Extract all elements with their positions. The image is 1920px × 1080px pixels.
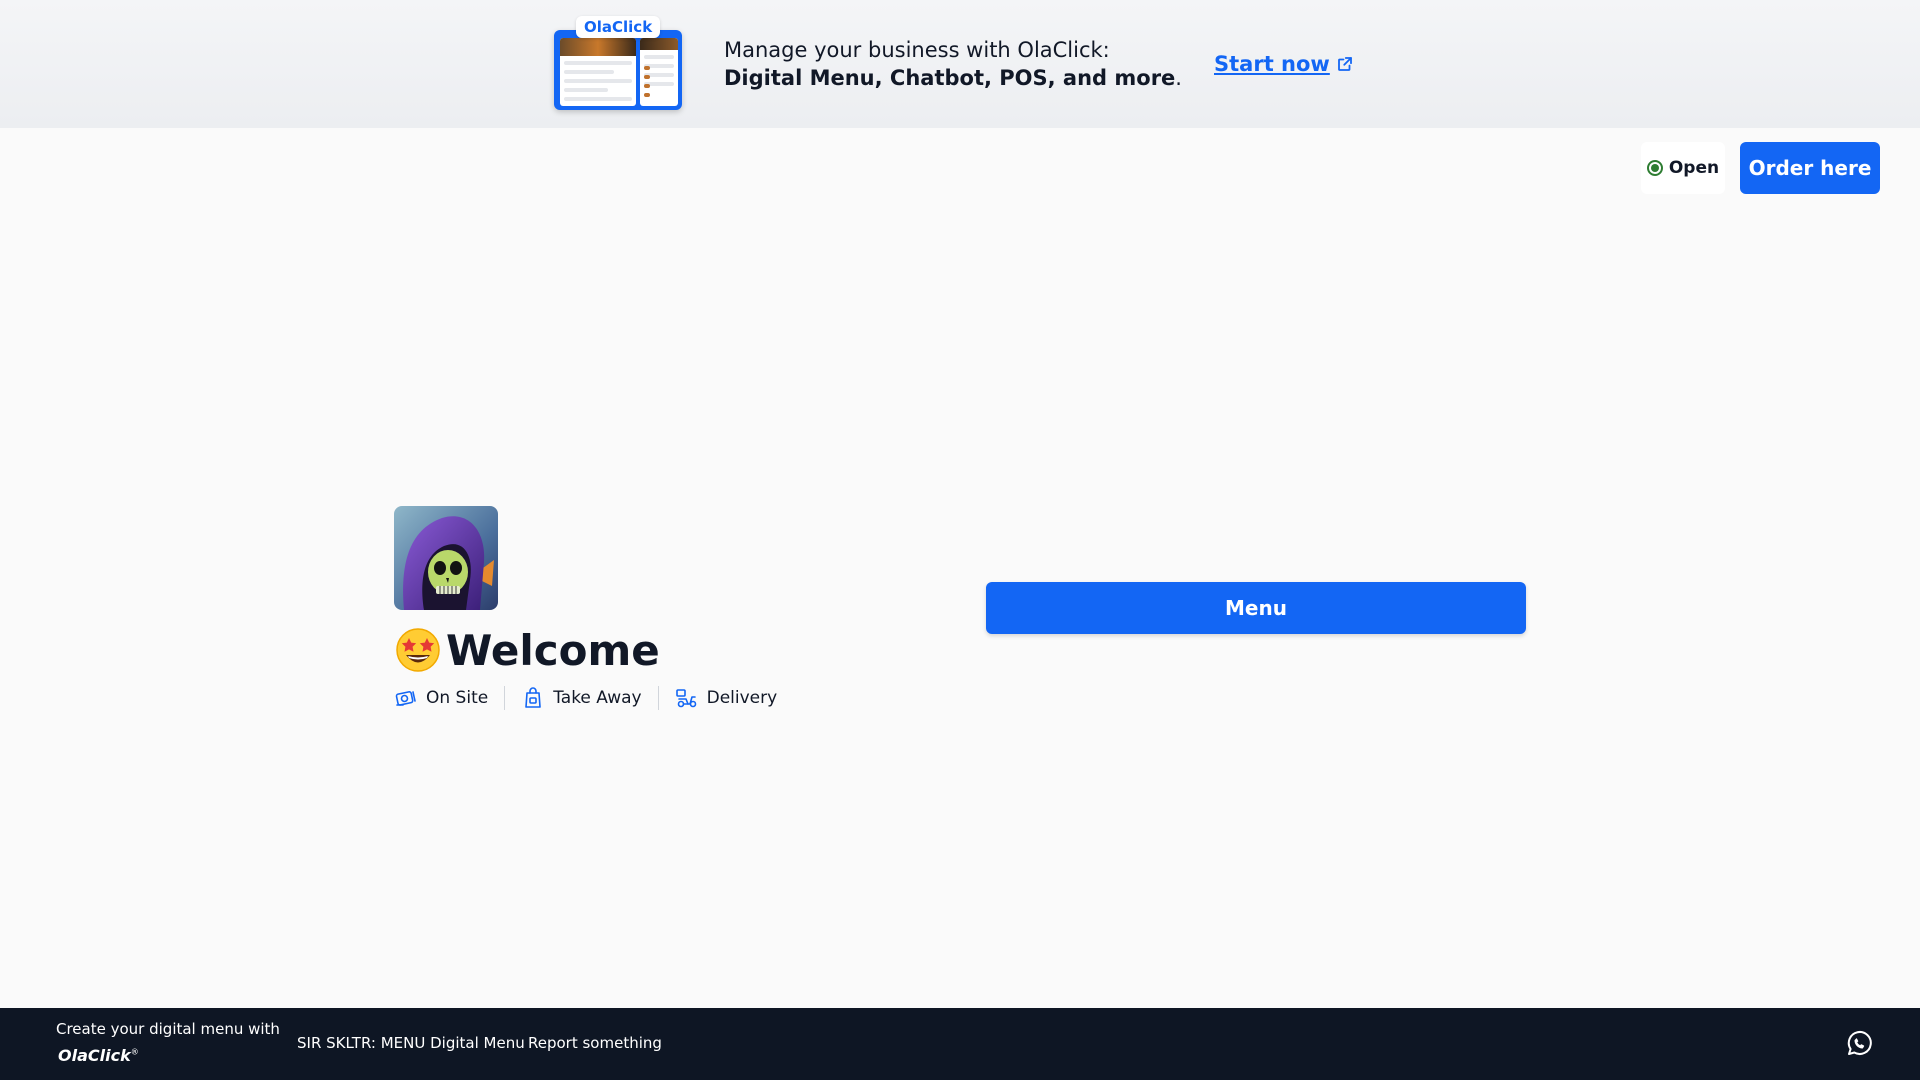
service-divider	[504, 686, 506, 710]
service-take-away: Take Away	[521, 686, 642, 710]
takeaway-bag-icon	[525, 687, 542, 708]
promo-mockup-pane	[560, 38, 636, 106]
footer-create-text: Create your digital menu with	[56, 1020, 280, 1038]
order-here-button[interactable]: Order here	[1740, 142, 1880, 194]
status-dot-icon	[1646, 160, 1663, 176]
status-badge: Open	[1641, 142, 1725, 194]
welcome-title: Welcome	[446, 625, 660, 675]
external-link-icon	[1337, 57, 1352, 71]
service-divider	[657, 686, 659, 710]
service-label: Take Away	[553, 688, 642, 708]
service-label: On Site	[426, 688, 489, 708]
whatsapp-icon[interactable]	[1845, 1030, 1873, 1058]
dine-in-icon	[395, 691, 416, 706]
service-types: On Site Take Away Delivery	[394, 684, 777, 712]
promo-text-end: .	[1175, 66, 1182, 90]
footer: Create your digital menu with OlaClick® …	[0, 1008, 1920, 1080]
welcome-heading: Welcome	[394, 622, 660, 678]
start-now-link[interactable]: Start now	[1214, 52, 1354, 76]
promo-text-plain: Manage your business with OlaClick:	[724, 38, 1110, 62]
footer-brand-mark: ®	[130, 1047, 139, 1057]
menu-button[interactable]: Menu	[986, 582, 1526, 634]
start-now-label: Start now	[1214, 52, 1330, 76]
service-delivery: Delivery	[675, 686, 778, 710]
promo-screen-mockup	[554, 30, 682, 110]
footer-report-link[interactable]: Report something	[528, 1034, 662, 1052]
store-logo	[394, 506, 498, 610]
skull-reaper-logo-image	[394, 506, 498, 610]
star-struck-emoji-icon	[396, 628, 440, 672]
promo-mockup-pane	[640, 38, 678, 106]
promo-banner-content: OlaClick Manage your business with OlaCl…	[552, 10, 1354, 118]
service-on-site: On Site	[394, 686, 488, 710]
footer-menu-link[interactable]: SIR SKLTR: MENU Digital Menu	[297, 1034, 525, 1052]
service-label: Delivery	[706, 688, 778, 708]
promo-banner: OlaClick Manage your business with OlaCl…	[0, 0, 1920, 128]
footer-brand-text: OlaClick	[58, 1046, 131, 1065]
promo-text-bold: Digital Menu, Chatbot, POS, and more	[724, 66, 1176, 90]
promo-brand-tag: OlaClick	[576, 16, 661, 38]
status-label: Open	[1668, 158, 1720, 178]
scooter-icon	[675, 689, 696, 708]
promo-text: Manage your business with OlaClick: Digi…	[724, 36, 1184, 92]
footer-olaclick-logo[interactable]: OlaClick®	[58, 1046, 139, 1065]
promo-illustration: OlaClick	[552, 16, 684, 112]
